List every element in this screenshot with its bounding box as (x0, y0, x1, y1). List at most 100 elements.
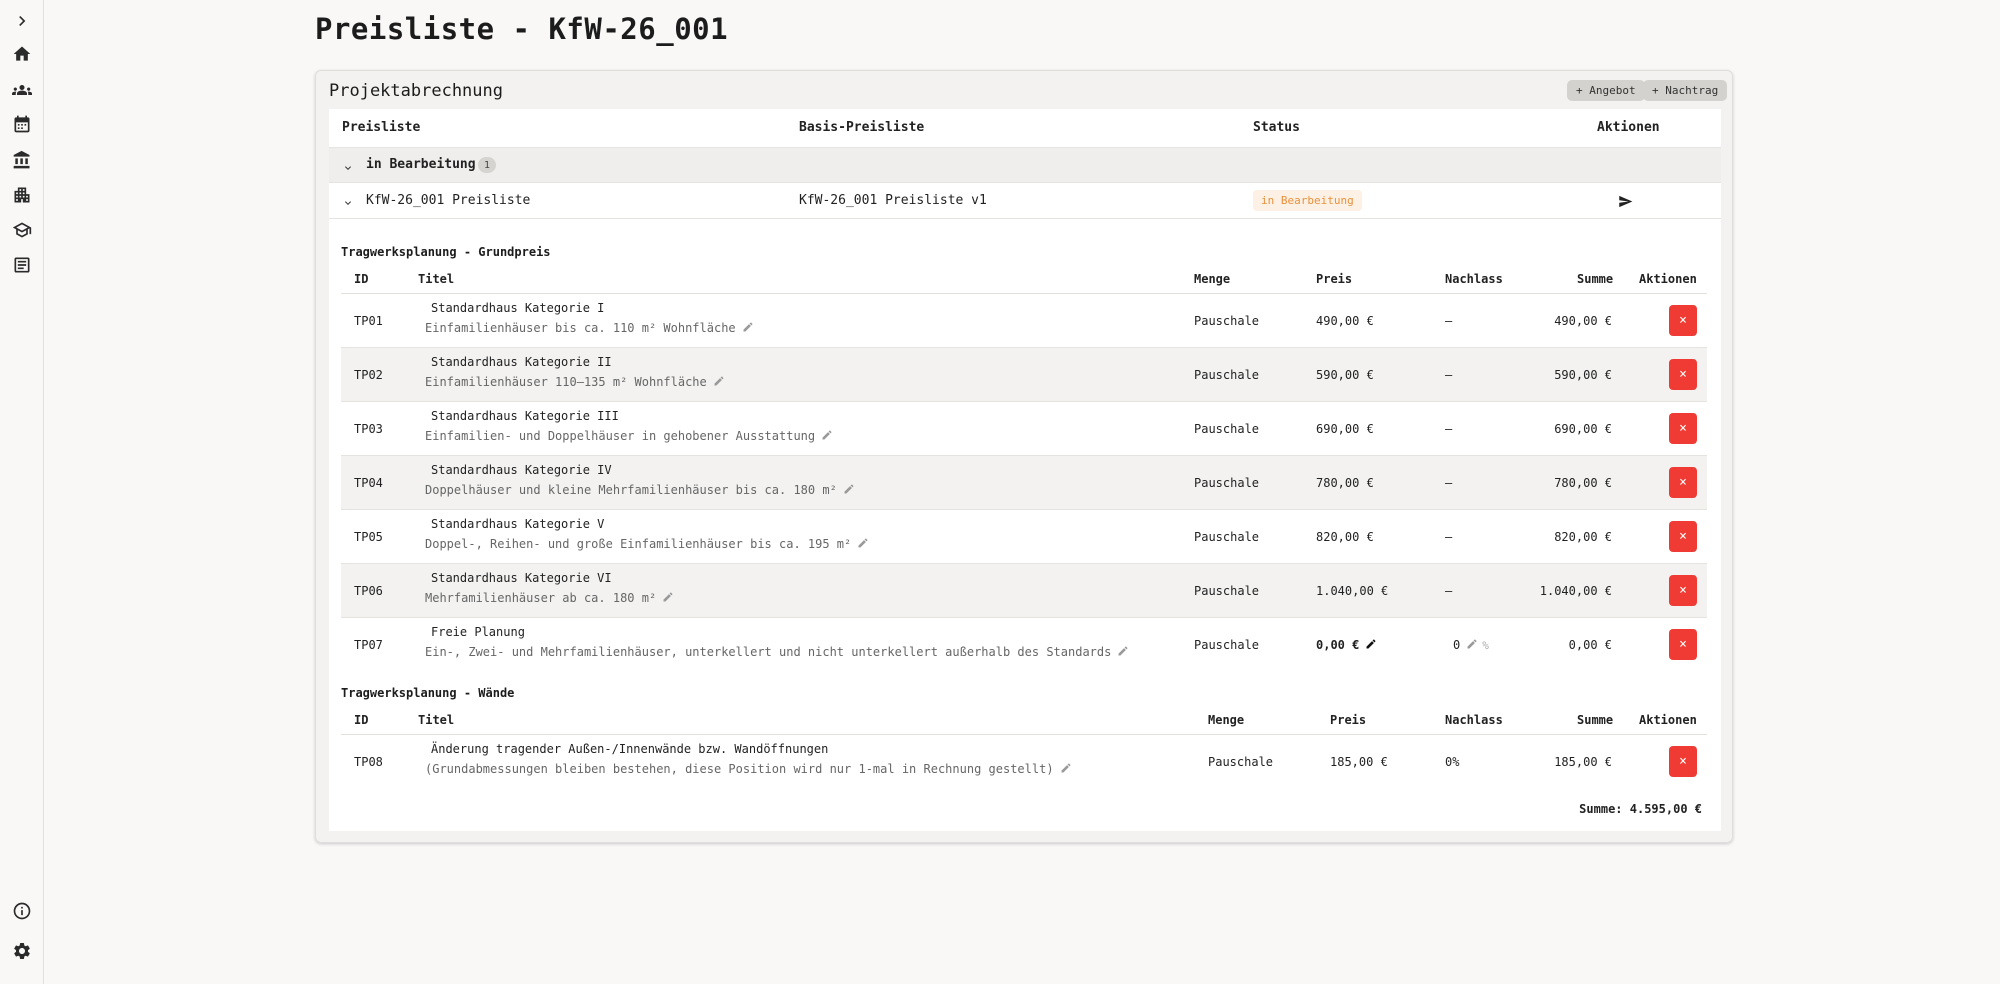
item-description: Ein-, Zwei- und Mehrfamilienhäuser, unte… (425, 645, 1129, 660)
item-price: 185,00 € (1330, 755, 1388, 769)
pricelist-name: KfW-26_001 Preisliste (366, 193, 531, 208)
item-qty: Pauschale (1194, 638, 1260, 652)
edit-pencil-icon[interactable] (662, 591, 674, 606)
item-col-price: Preis (1316, 272, 1353, 286)
item-col-qty: Menge (1208, 713, 1245, 727)
item-id: TP08 (354, 755, 383, 769)
bank-icon[interactable] (12, 150, 32, 170)
send-icon[interactable] (1618, 194, 1633, 213)
col-header-status: Status (1253, 120, 1300, 135)
item-discount: – (1445, 530, 1453, 544)
delete-button[interactable]: × (1669, 305, 1697, 336)
item-qty: Pauschale (1194, 476, 1260, 490)
chevron-right-icon[interactable] (12, 11, 32, 31)
item-discount: 0% (1445, 755, 1460, 769)
item-col-sum: Summe (1577, 713, 1614, 727)
receipt-icon[interactable] (12, 255, 32, 275)
status-badge: in Bearbeitung (1253, 190, 1362, 211)
delete-button[interactable]: × (1669, 413, 1697, 444)
delete-button[interactable]: × (1669, 467, 1697, 498)
item-qty: Pauschale (1194, 530, 1260, 544)
item-sum: 185,00 € (1554, 755, 1612, 769)
percent-unit: % (1482, 639, 1489, 652)
home-icon[interactable] (12, 44, 32, 64)
table-row: TP02 Standardhaus Kategorie II Einfamili… (341, 348, 1707, 402)
item-price: 490,00 € (1316, 314, 1374, 328)
item-col-title: Titel (418, 272, 455, 286)
edit-pencil-icon[interactable] (713, 375, 725, 390)
item-sum: 690,00 € (1554, 422, 1612, 436)
item-qty: Pauschale (1194, 314, 1260, 328)
item-id: TP02 (354, 368, 383, 382)
delete-button[interactable]: × (1669, 629, 1697, 660)
edit-pencil-icon[interactable] (1060, 762, 1072, 777)
delete-button[interactable]: × (1669, 521, 1697, 552)
billing-card: Projektabrechnung + Angebot + Nachtrag P… (315, 70, 1733, 843)
item-title: Freie Planung (431, 625, 525, 639)
group-icon[interactable] (12, 80, 32, 100)
delete-button[interactable]: × (1669, 359, 1697, 390)
item-id: TP04 (354, 476, 383, 490)
item-discount: – (1445, 368, 1453, 382)
pricelist-row[interactable]: KfW-26_001 Preisliste KfW-26_001 Preisli… (329, 183, 1721, 219)
item-title: Standardhaus Kategorie III (431, 409, 619, 423)
edit-pencil-icon[interactable] (742, 321, 754, 336)
item-sum: 0,00 € (1568, 638, 1612, 652)
pricelist-base: KfW-26_001 Preisliste v1 (799, 193, 987, 208)
item-discount-editable[interactable]: 0% (1453, 638, 1489, 653)
item-col-actions: Aktionen (1639, 713, 1697, 727)
item-col-sum: Summe (1577, 272, 1614, 286)
card-title: Projektabrechnung (329, 81, 503, 101)
item-col-discount: Nachlass (1445, 272, 1503, 286)
info-icon[interactable] (12, 901, 32, 921)
item-description: (Grundabmessungen bleiben bestehen, dies… (425, 762, 1072, 777)
item-sum: 1.040,00 € (1539, 584, 1612, 598)
settings-icon[interactable] (12, 941, 32, 961)
item-discount: – (1445, 314, 1453, 328)
item-sum: 820,00 € (1554, 530, 1612, 544)
item-description: Einfamilien- und Doppelhäuser in gehoben… (425, 429, 833, 444)
edit-pencil-icon[interactable] (821, 429, 833, 444)
add-supplement-button[interactable]: + Nachtrag (1643, 80, 1728, 101)
sidebar (0, 0, 44, 984)
item-col-id: ID (354, 272, 369, 286)
item-price: 780,00 € (1316, 476, 1374, 490)
item-price-editable[interactable]: 0,00 € (1316, 638, 1377, 653)
item-qty: Pauschale (1194, 422, 1260, 436)
status-group-row[interactable]: in Bearbeitung 1 (329, 147, 1721, 183)
edit-pencil-icon[interactable] (1365, 638, 1377, 653)
table-row: TP08 Änderung tragender Außen-/Innenwänd… (341, 735, 1707, 789)
item-price: 590,00 € (1316, 368, 1374, 382)
table-row: TP03 Standardhaus Kategorie III Einfamil… (341, 402, 1707, 456)
table-row: TP01 Standardhaus Kategorie I Einfamilie… (341, 294, 1707, 348)
item-discount: – (1445, 584, 1453, 598)
col-header-preisliste: Preisliste (342, 120, 421, 135)
col-header-basis: Basis-Preisliste (799, 120, 925, 135)
delete-button[interactable]: × (1669, 575, 1697, 606)
building-icon[interactable] (12, 185, 32, 205)
item-title: Standardhaus Kategorie I (431, 301, 605, 315)
edit-pencil-icon[interactable] (1117, 645, 1129, 660)
table-row: TP05 Standardhaus Kategorie V Doppel-, R… (341, 510, 1707, 564)
item-description: Doppelhäuser und kleine Mehrfamilienhäus… (425, 483, 855, 498)
section-title-waende: Tragwerksplanung - Wände (341, 686, 515, 700)
edit-pencil-icon[interactable] (1466, 638, 1478, 653)
group-count-badge: 1 (478, 157, 496, 173)
item-id: TP03 (354, 422, 383, 436)
edit-pencil-icon[interactable] (843, 483, 855, 498)
chevron-down-icon[interactable] (342, 194, 354, 213)
group-label: in Bearbeitung (366, 157, 476, 172)
edit-pencil-icon[interactable] (857, 537, 869, 552)
apartment-icon[interactable] (12, 220, 32, 240)
item-title: Standardhaus Kategorie IV (431, 463, 612, 477)
calendar-icon[interactable] (12, 114, 32, 134)
page-title: Preisliste - KfW-26_001 (315, 12, 729, 46)
item-id: TP07 (354, 638, 383, 652)
delete-button[interactable]: × (1669, 746, 1697, 777)
chevron-down-icon[interactable] (342, 159, 354, 178)
item-col-discount: Nachlass (1445, 713, 1503, 727)
item-col-actions: Aktionen (1639, 272, 1697, 286)
item-qty: Pauschale (1208, 755, 1274, 769)
item-id: TP01 (354, 314, 383, 328)
add-offer-button[interactable]: + Angebot (1567, 80, 1645, 101)
